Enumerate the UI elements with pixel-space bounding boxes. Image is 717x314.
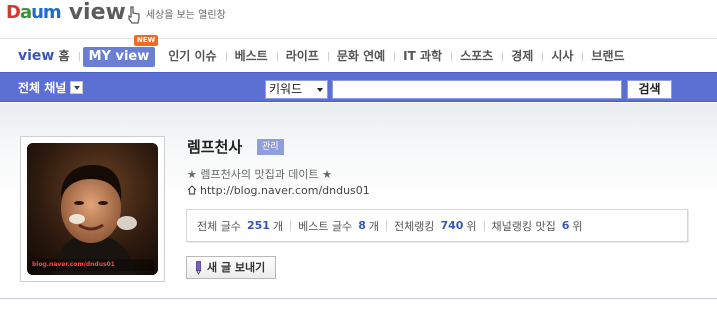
nav-sports[interactable]: 스포츠 (451, 39, 502, 73)
logo-slogan: 세상을 보는 열린창 (145, 10, 226, 21)
profile-photo-frame: blog.naver.com/dndus01 (20, 136, 165, 282)
nav-home-view: view (18, 48, 55, 64)
blog-stats-box: 전체 글수 251 개 베스트 글수 8 개 전체랭킹 740 위 채널랭킹 맛… (186, 209, 688, 242)
nav-my-view-label: MY view (82, 47, 156, 67)
search-input[interactable] (332, 80, 622, 99)
main-nav: view 홈 MY view NEW 인기 이슈 베스트 라이프 문화 연예 I… (0, 35, 717, 73)
send-new-post-button[interactable]: 새 글 보내기 (186, 256, 276, 279)
nav-list: view 홈 MY view NEW 인기 이슈 베스트 라이프 문화 연예 I… (6, 35, 634, 73)
send-new-post-label: 새 글 보내기 (207, 261, 266, 274)
stat-best-value: 8 (358, 219, 366, 232)
stat-rank-value: 740 (440, 219, 464, 232)
channel-label: 전체 채널 (18, 81, 67, 95)
stat-total-label: 전체 글수 (197, 219, 241, 233)
search-type-value: 키워드 (269, 82, 303, 96)
admin-button[interactable]: 관리 (257, 139, 284, 155)
nav-it-science[interactable]: IT 과학 (394, 39, 451, 73)
header-logo-bar: Da um view 세상을 보는 열린창 (0, 0, 717, 38)
logo-letter-d: D (6, 2, 21, 23)
home-icon (187, 185, 197, 195)
nav-life[interactable]: 라이프 (276, 39, 328, 73)
divider (483, 220, 485, 231)
stat-channel-rank-unit: 위 (572, 219, 583, 233)
search-button[interactable]: 검색 (627, 80, 672, 99)
chevron-down-icon[interactable] (70, 81, 84, 94)
stat-total-posts: 전체 글수 251 개 (197, 218, 283, 234)
daum-view-logo[interactable]: Da um view 세상을 보는 열린창 (6, 2, 226, 24)
profile-photo-image (27, 143, 158, 275)
stat-channel-rank-label: 채널랭킹 맛집 (491, 219, 556, 233)
new-badge: NEW (133, 35, 159, 46)
nav-culture-entertainment[interactable]: 문화 연예 (327, 39, 394, 73)
nav-economy[interactable]: 경제 (502, 39, 542, 73)
pointing-hand-icon (128, 6, 140, 24)
divider (385, 220, 387, 231)
search-type-select[interactable]: 키워드 (265, 80, 328, 99)
blog-name[interactable]: 렘프천사 (187, 136, 242, 157)
blog-profile: blog.naver.com/dndus01 렘프천사 관리 ★ 렘프천사의 맛… (0, 103, 717, 299)
nav-my-view[interactable]: MY view NEW (78, 35, 160, 73)
stat-total-unit: 개 (272, 219, 284, 233)
stat-channel-rank-value: 6 (561, 219, 570, 232)
search-strip: 전체 채널 키워드 검색 (0, 72, 717, 102)
nav-best[interactable]: 베스트 (225, 39, 277, 73)
dropdown-arrow-icon (317, 88, 323, 92)
channel-selector[interactable]: 전체 채널 (18, 73, 84, 103)
profile-photo-caption: blog.naver.com/dndus01 (32, 261, 115, 268)
stat-best-label: 베스트 글수 (298, 219, 353, 233)
pencil-icon (195, 261, 202, 275)
logo-product-view: view (68, 0, 126, 25)
blog-stats: 전체 글수 251 개 베스트 글수 8 개 전체랭킹 740 위 채널랭킹 맛… (197, 210, 583, 241)
logo-letters-um: um (31, 2, 62, 23)
nav-home-label: 홈 (58, 49, 70, 63)
blog-url-link[interactable]: http://blog.naver.com/dndus01 (187, 184, 370, 197)
divider (290, 220, 292, 231)
stat-rank-unit: 위 (466, 219, 477, 233)
stat-best-posts: 베스트 글수 8 개 (298, 218, 379, 234)
logo-letter-a: a (19, 2, 32, 23)
nav-brand[interactable]: 브랜드 (582, 39, 633, 73)
nav-popular-issue[interactable]: 인기 이슈 (159, 39, 225, 73)
stat-channel-rank: 채널랭킹 맛집 6 위 (492, 218, 583, 234)
profile-photo[interactable]: blog.naver.com/dndus01 (27, 143, 158, 275)
stat-total-value: 251 (246, 219, 270, 232)
nav-home[interactable]: view 홈 (6, 39, 79, 73)
blog-url-text: http://blog.naver.com/dndus01 (200, 184, 370, 197)
blog-description: ★ 렘프천사의 맛집과 데이트 ★ (187, 168, 333, 181)
stat-best-unit: 개 (368, 219, 379, 233)
nav-current-affairs[interactable]: 시사 (542, 39, 582, 73)
stat-overall-rank: 전체랭킹 740 위 (394, 218, 477, 234)
stat-rank-label: 전체랭킹 (393, 219, 435, 233)
